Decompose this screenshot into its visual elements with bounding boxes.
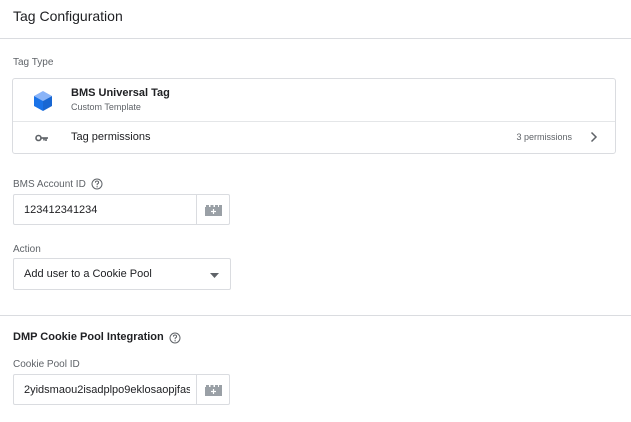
insert-variable-button[interactable] [196,375,229,404]
tag-permissions-label: Tag permissions [71,131,151,143]
section-divider [0,315,631,316]
action-selected-value: Add user to a Cookie Pool [24,268,152,280]
action-label: Action [13,244,41,255]
key-icon [35,134,48,142]
tag-type-subtitle: Custom Template [71,102,141,112]
help-icon[interactable] [169,332,181,344]
tag-type-card[interactable]: BMS Universal Tag Custom Template Tag pe… [12,78,616,154]
cookie-pool-id-input[interactable] [14,375,194,404]
tag-type-summary[interactable]: BMS Universal Tag Custom Template [13,79,615,122]
page-title: Tag Configuration [13,8,123,24]
dmp-section-title: DMP Cookie Pool Integration [13,331,164,343]
dropdown-caret-icon [210,273,219,278]
cookie-pool-id-label: Cookie Pool ID [13,359,80,370]
bms-account-id-input[interactable] [14,195,198,224]
tag-permissions-row[interactable]: Tag permissions 3 permissions [13,122,615,153]
bms-account-id-field[interactable] [13,194,230,225]
variable-block-icon [205,205,222,216]
insert-variable-button[interactable] [196,195,229,224]
tag-type-name: BMS Universal Tag [71,87,170,99]
chevron-right-icon [590,131,598,143]
permissions-count: 3 permissions [516,132,572,142]
tag-type-label: Tag Type [13,57,54,68]
action-select[interactable]: Add user to a Cookie Pool [13,258,231,290]
cookie-pool-id-field[interactable] [13,374,230,405]
bms-account-id-label: BMS Account ID [13,179,86,190]
variable-block-icon [205,385,222,396]
panel-header: Tag Configuration [0,0,631,39]
cube-icon [34,91,52,111]
help-icon[interactable] [91,178,103,190]
